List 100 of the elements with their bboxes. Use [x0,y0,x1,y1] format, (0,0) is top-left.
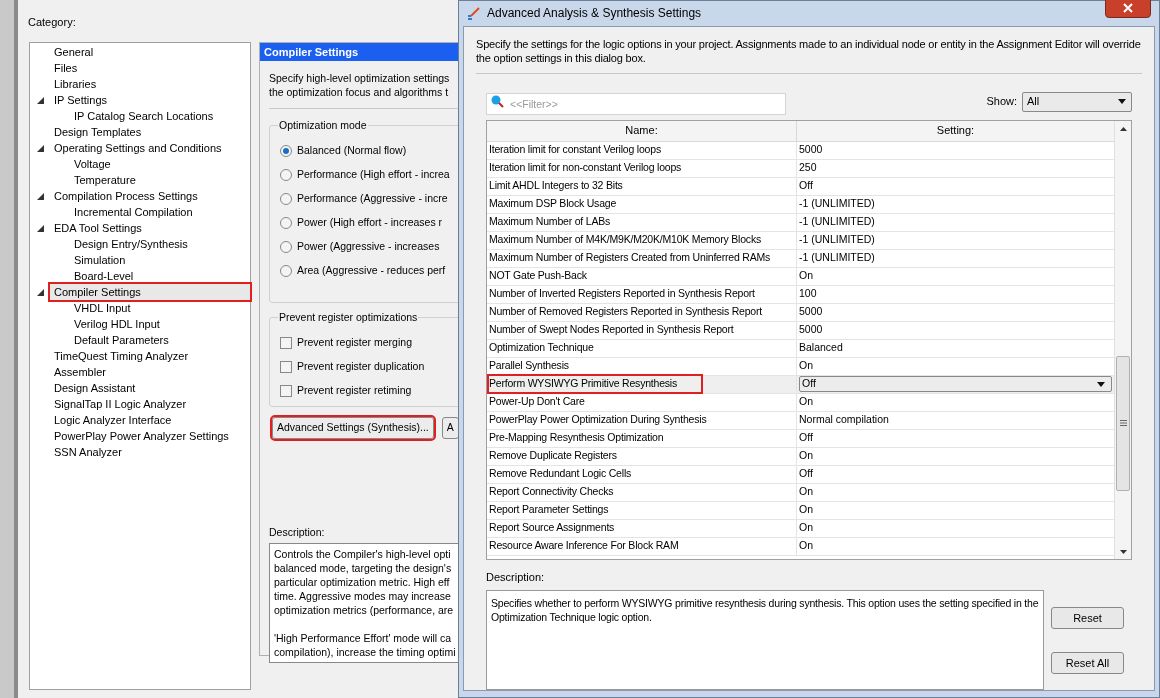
radio-button[interactable] [280,217,292,229]
table-cell-text: Iteration limit for non-constant Verilog loops [489,160,683,176]
tree-item[interactable]: PowerPlay Power Analyzer Settings [50,428,233,444]
tree-item[interactable]: Incremental Compilation [70,204,197,220]
radio-button[interactable] [280,145,292,157]
table-row[interactable]: Resource Aware Inference For Block RAM On [487,537,1114,556]
table-row[interactable]: Report Connectivity Checks On [487,483,1114,502]
tree-item[interactable]: Board-Level [70,268,138,284]
scroll-down-icon [1119,549,1127,554]
tree-item[interactable]: IP Settings [50,92,111,108]
group-title: Prevent register optimizations [278,310,419,324]
tree-item[interactable]: Libraries [50,76,101,92]
tree-item[interactable]: Default Parameters [70,332,173,348]
table-cell-text: Resource Aware Inference For Block RAM [489,538,680,554]
table-row[interactable]: Pre-Mapping Resynthesis Optimization Off [487,429,1114,448]
tree-item[interactable]: Design Assistant [50,380,140,396]
table-cell-text: Limit AHDL Integers to 32 Bits [489,178,624,194]
table-row[interactable]: Optimization Technique Balanced [487,339,1114,358]
checkbox[interactable] [280,361,292,373]
table-row[interactable]: Limit AHDL Integers to 32 Bits Off [487,177,1114,196]
table-row[interactable]: Iteration limit for constant Verilog loops 5000 [487,141,1114,160]
table-cell-text: Maximum Number of M4K/M9K/M20K/M10K Memory Blocks [489,232,763,248]
intro-text: Specify the settings for the logic options in your project. Assignments made to an individual node or entity in the Assignment Editor will override the option settings in this dialog box. [476,36,1142,74]
description-text: particular optimization metric. High eff [274,575,451,589]
table-row[interactable]: Perform WYSIWYG Primitive Resynthesis Off [487,375,1114,394]
tree-item[interactable]: Design Templates [50,124,146,140]
table-row[interactable]: Remove Duplicate Registers On [487,447,1114,466]
caret-icon [1118,99,1126,104]
description-text: Controls the Compiler's high-level opti [274,547,452,561]
tree-item[interactable]: SignalTap II Logic Analyzer [50,396,191,412]
table-row[interactable]: Remove Redundant Logic Cells Off [487,465,1114,484]
show-dropdown[interactable]: All [1022,91,1132,112]
checkbox[interactable] [280,337,292,349]
table-row[interactable]: Number of Removed Registers Reported in Synthesis Report 5000 [487,303,1114,322]
checkbox[interactable] [280,385,292,397]
expanded-arrow-icon[interactable] [36,192,44,200]
radio-label: Power (Aggressive - increases [297,239,440,255]
close-button[interactable] [1105,0,1151,19]
table-row[interactable]: Iteration limit for non-constant Verilog loops 250 [487,159,1114,178]
expanded-arrow-icon[interactable] [36,144,44,152]
scrollbar[interactable] [1114,120,1131,559]
reset-button[interactable]: Reset All [1051,652,1124,674]
table-cell: -1 (UNLIMITED) [799,232,875,248]
table-row[interactable]: Report Source Assignments On [487,519,1114,538]
expanded-arrow-icon[interactable] [36,224,44,232]
table-cell-text: Optimization Technique [489,340,595,356]
table-cell: Normal compilation [799,412,889,428]
tree-item[interactable]: Design Entry/Synthesis [70,236,192,252]
tree-item[interactable]: Simulation [70,252,130,268]
table-cell: Perform WYSIWYG Primitive Resynthesis [489,376,702,392]
radio-button[interactable] [280,169,292,181]
tree-item[interactable]: VHDL Input [70,300,135,316]
tree-item[interactable]: EDA Tool Settings [50,220,146,236]
radio-button[interactable] [280,241,292,253]
tree-item[interactable]: Verilog HDL Input [70,316,164,332]
setting-dropdown[interactable]: Off [799,376,1112,392]
table-row[interactable]: Maximum Number of Registers Created from Uninferred RAMs -1 (UNLIMITED) [487,249,1114,268]
table-row[interactable]: Maximum DSP Block Usage -1 (UNLIMITED) [487,195,1114,214]
tree-item[interactable]: Logic Analyzer Interface [50,412,176,428]
checkbox-label: Prevent register merging [297,335,412,351]
table-row[interactable]: Maximum Number of M4K/M9K/M20K/M10K Memory Blocks -1 (UNLIMITED) [487,231,1114,250]
tree-item[interactable]: Compiler Settings [50,284,250,300]
table-cell-text: Maximum Number of LABs [489,214,612,230]
table-row[interactable]: Report Parameter Settings On [487,501,1114,520]
tree-item[interactable]: Files [50,60,82,76]
tree-item[interactable]: General [50,44,98,60]
advanced-settings-button[interactable]: A [441,417,458,439]
expanded-arrow-icon[interactable] [36,96,44,104]
radio-button[interactable] [280,193,292,205]
tree-item[interactable]: Compilation Process Settings [50,188,202,204]
tree-item[interactable]: Voltage [70,156,115,172]
radio-label: Performance (Aggressive - incre [297,191,448,207]
advanced-settings-button[interactable]: Advanced Settings (Synthesis)... [272,417,434,439]
table-row[interactable]: Parallel Synthesis On [487,357,1114,376]
tree-item[interactable]: SSN Analyzer [50,444,126,460]
table-row[interactable]: Number of Swept Nodes Reported in Synthesis Report 5000 [487,321,1114,340]
table-cell: On [799,520,813,536]
table-row[interactable]: Power-Up Don't Care On [487,393,1114,412]
close-icon [1123,3,1133,14]
tree-item[interactable]: TimeQuest Timing Analyzer [50,348,193,364]
table-row[interactable]: NOT Gate Push-Back On [487,267,1114,286]
column-header[interactable]: Name: [487,120,797,141]
table-cell-text: Number of Swept Nodes Reported in Synthesis Report [489,322,735,338]
tree-item[interactable]: Operating Settings and Conditions [50,140,226,156]
tree-item[interactable]: Temperature [70,172,140,188]
tree-item[interactable]: IP Catalog Search Locations [70,108,218,124]
column-header[interactable]: Setting: [797,120,1114,141]
expanded-arrow-icon[interactable] [36,288,44,296]
table-cell: Balanced [799,340,843,356]
table-row[interactable]: Number of Inverted Registers Reported in Synthesis Report 100 [487,285,1114,304]
radio-button[interactable] [280,265,292,277]
tree-item[interactable]: Assembler [50,364,110,380]
reset-button[interactable]: Reset [1051,607,1124,629]
table-row[interactable]: Maximum Number of LABs -1 (UNLIMITED) [487,213,1114,232]
filter-field[interactable]: <<Filter>> [486,92,786,115]
scroll-thumb[interactable] [1116,355,1130,491]
table-cell-text: Remove Redundant Logic Cells [489,466,633,482]
table-row[interactable]: PowerPlay Power Optimization During Synthesis Normal compilation [487,411,1114,430]
table-cell-text: Number of Inverted Registers Reported in Synthesis Report [489,286,756,302]
grip-icon [1119,420,1127,426]
